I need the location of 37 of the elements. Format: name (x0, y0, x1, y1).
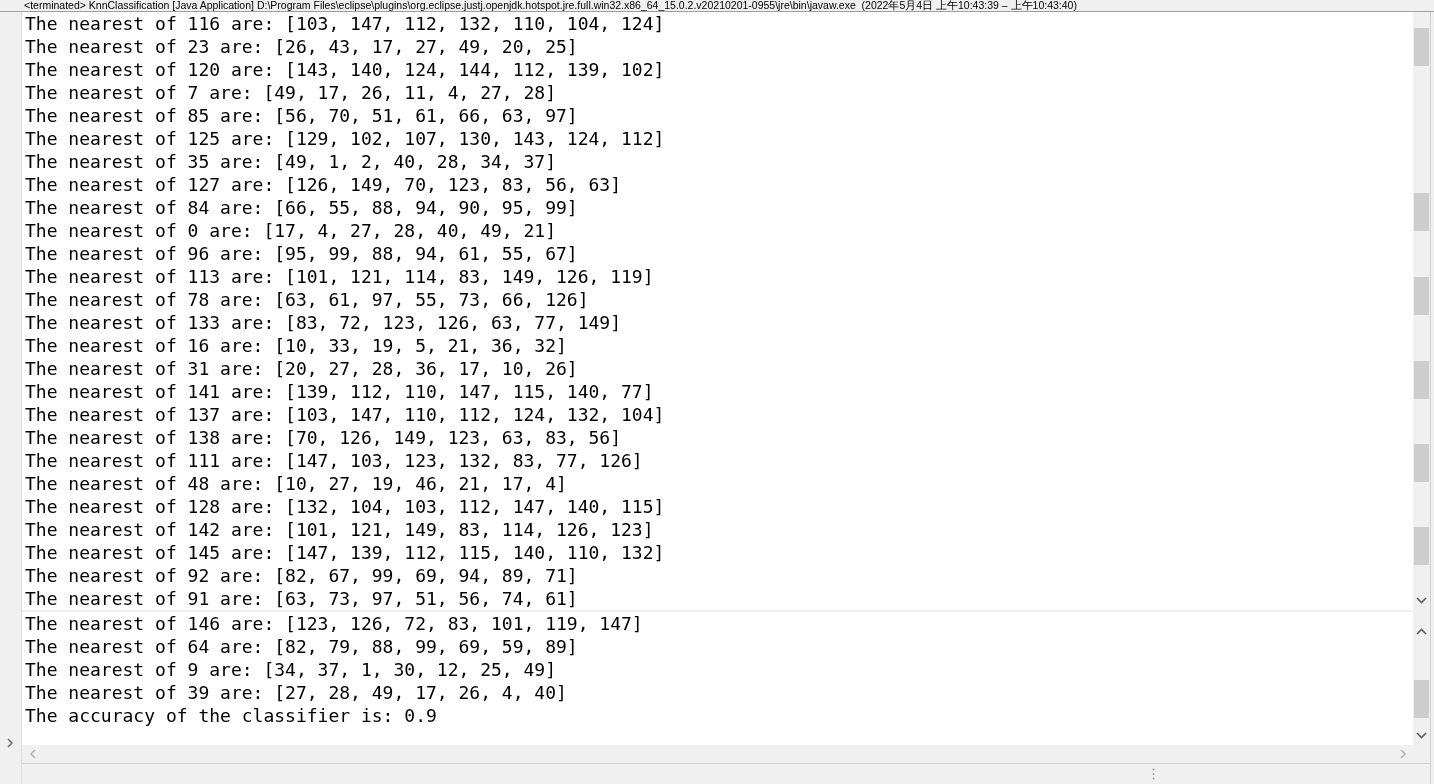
console-line: The nearest of 137 are: [103, 147, 110, 112, 124, 132, 104] (25, 403, 665, 426)
console-line: The nearest of 85 are: [56, 70, 51, 61, 66, 63, 97] (25, 104, 578, 127)
console-line: The nearest of 7 are: [49, 17, 26, 11, 4, 27, 28] (25, 81, 556, 104)
scrollbar-drawing[interactable] (1413, 12, 1430, 610)
console-line: The nearest of 91 are: [63, 73, 97, 51, 56, 74, 61] (25, 587, 578, 610)
console-line: The nearest of 96 are: [95, 99, 88, 94, 61, 55, 67] (25, 242, 578, 265)
console-line: The nearest of 92 are: [82, 67, 99, 69, 94, 89, 71] (25, 564, 578, 587)
console-line: The nearest of 78 are: [63, 61, 97, 55, 73, 66, 126] (25, 288, 589, 311)
console-line: The nearest of 23 are: [26, 43, 17, 27, 49, 20, 25] (25, 35, 578, 58)
console-line: The nearest of 146 are: [123, 126, 72, 83, 101, 119, 147] (25, 612, 643, 635)
console-line: The nearest of 138 are: [70, 126, 149, 123, 63, 83, 56] (25, 426, 622, 449)
console-line: The nearest of 113 are: [101, 121, 114, 83, 149, 126, 119] (25, 265, 654, 288)
chevron-right-icon[interactable] (1398, 749, 1408, 759)
console-line: The nearest of 48 are: [10, 27, 19, 46, 21, 17, 4] (25, 472, 567, 495)
console-line: The nearest of 116 are: [103, 147, 112, 132, 110, 104, 124] (25, 12, 665, 35)
console-line: The nearest of 141 are: [139, 112, 110, 147, 115, 140, 77] (25, 380, 654, 403)
console-line: The nearest of 16 are: [10, 33, 19, 5, 21, 36, 32] (25, 334, 567, 357)
console-line: The nearest of 111 are: [147, 103, 123, 132, 83, 77, 126] (25, 449, 643, 472)
console-line: The nearest of 0 are: [17, 4, 27, 28, 40, 49, 21] (25, 219, 556, 242)
launch-status-text: <terminated> KnnClassification [Java Application] D:\Program Files\eclipse\plugins\org.eclipse.justj.openjdk.hotspot.jre.full.win32.x86_64_15.0.2.v20210201-0955\jre\bin\javaw.exe (2022年5月4日 上午10:43:39 – 上午10:43:40) (24, 0, 1077, 11)
drag-handle-icon[interactable] (1152, 768, 1155, 780)
console-line: The accuracy of the classifier is: 0.9 (25, 704, 437, 727)
console-line: The nearest of 120 are: [143, 140, 124, 144, 112, 139, 102] (25, 58, 665, 81)
console-line: The nearest of 9 are: [34, 37, 1, 30, 12, 25, 49] (25, 658, 556, 681)
console-line: The nearest of 84 are: [66, 55, 88, 94, 90, 95, 99] (25, 196, 578, 219)
console-line: The nearest of 39 are: [27, 28, 49, 17, 26, 4, 40] (25, 681, 567, 704)
console-line: The nearest of 31 are: [20, 27, 28, 36, 17, 10, 26] (25, 357, 578, 380)
console-line: The nearest of 35 are: [49, 1, 2, 40, 28, 34, 37] (25, 150, 556, 173)
console-line: The nearest of 128 are: [132, 104, 103, 112, 147, 140, 115] (25, 495, 665, 518)
console-line: The nearest of 64 are: [82, 79, 88, 99, 69, 59, 89] (25, 635, 578, 658)
console-line: The nearest of 127 are: [126, 149, 70, 123, 83, 56, 63] (25, 173, 622, 196)
console-line: The nearest of 142 are: [101, 121, 149, 83, 114, 126, 123] (25, 518, 654, 541)
console-line: The nearest of 145 are: [147, 139, 112, 115, 140, 110, 132] (25, 541, 665, 564)
console-line: The nearest of 133 are: [83, 72, 123, 126, 63, 77, 149] (25, 311, 622, 334)
chevron-left-icon[interactable] (28, 749, 38, 759)
chevron-right-icon[interactable] (6, 738, 14, 748)
console-line: The nearest of 125 are: [129, 102, 107, 130, 143, 124, 112] (25, 127, 665, 150)
